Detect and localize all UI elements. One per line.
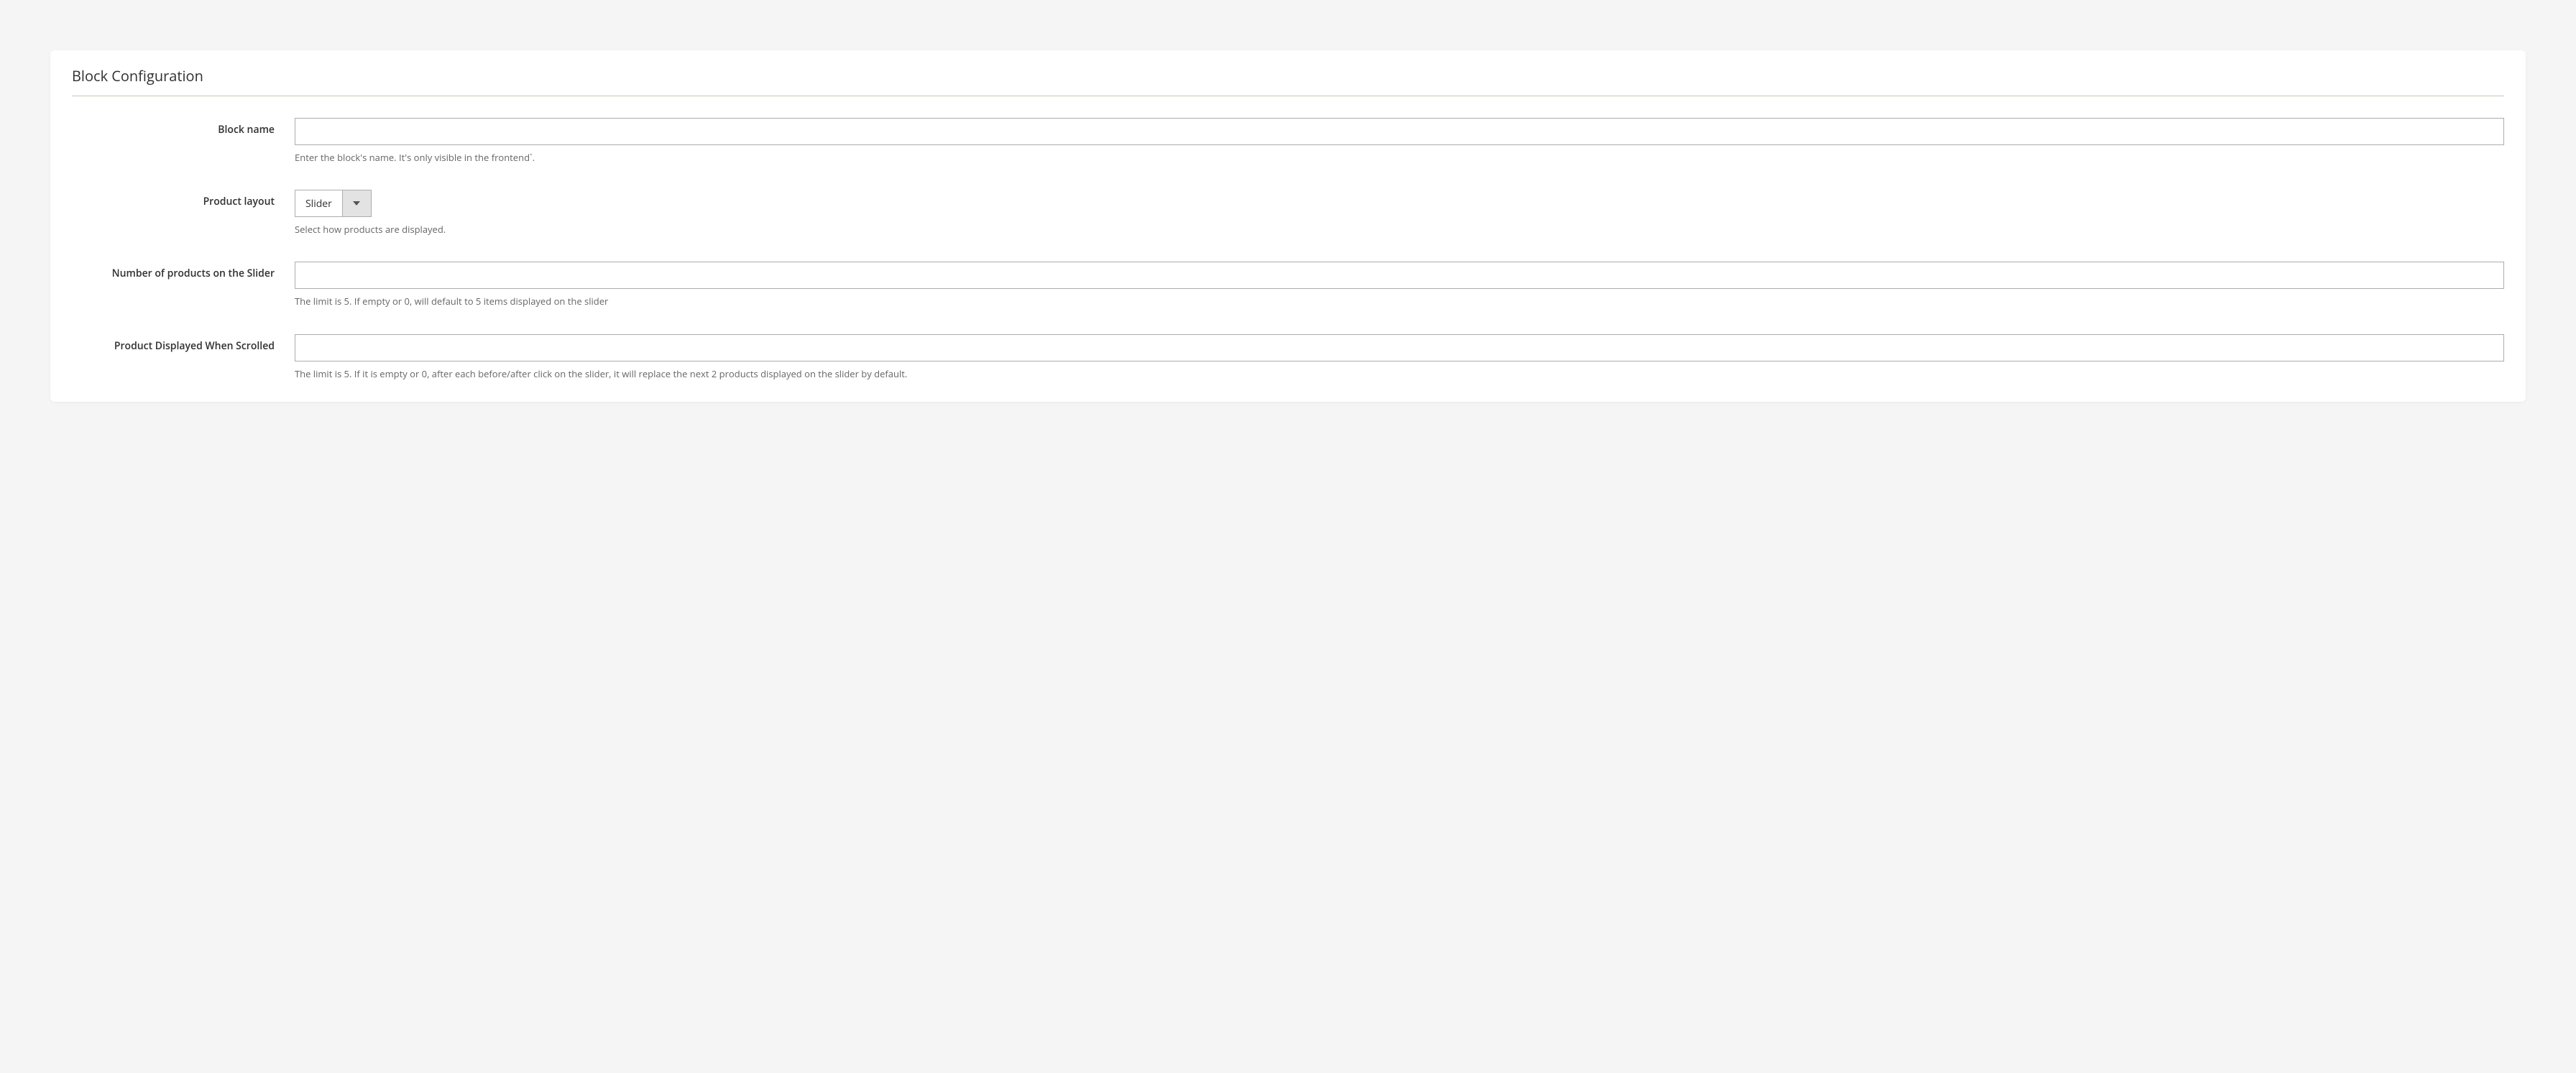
field-block-name: Block name Enter the block's name. It's … xyxy=(72,118,2504,164)
block-name-note: Enter the block's name. It's only visibl… xyxy=(295,151,2504,164)
scroll-products-note: The limit is 5. If it is empty or 0, aft… xyxy=(295,367,2504,380)
panel-title: Block Configuration xyxy=(72,66,2504,96)
block-name-label: Block name xyxy=(72,118,295,137)
num-products-label: Number of products on the Slider xyxy=(72,262,295,281)
field-num-products: Number of products on the Slider The lim… xyxy=(72,262,2504,308)
field-scroll-products: Product Displayed When Scrolled The limi… xyxy=(72,334,2504,380)
scroll-products-input[interactable] xyxy=(295,334,2504,361)
num-products-note: The limit is 5. If empty or 0, will defa… xyxy=(295,295,2504,308)
block-configuration-panel: Block Configuration Block name Enter the… xyxy=(50,50,2526,402)
block-name-input[interactable] xyxy=(295,118,2504,145)
field-product-layout: Product layout Slider Select how product… xyxy=(72,190,2504,236)
product-layout-note: Select how products are displayed. xyxy=(295,223,2504,236)
product-layout-value: Slider xyxy=(295,190,342,216)
scroll-products-label: Product Displayed When Scrolled xyxy=(72,334,295,354)
product-layout-select[interactable]: Slider xyxy=(295,190,372,217)
product-layout-label: Product layout xyxy=(72,190,295,209)
chevron-down-icon[interactable] xyxy=(342,190,371,216)
num-products-input[interactable] xyxy=(295,262,2504,289)
